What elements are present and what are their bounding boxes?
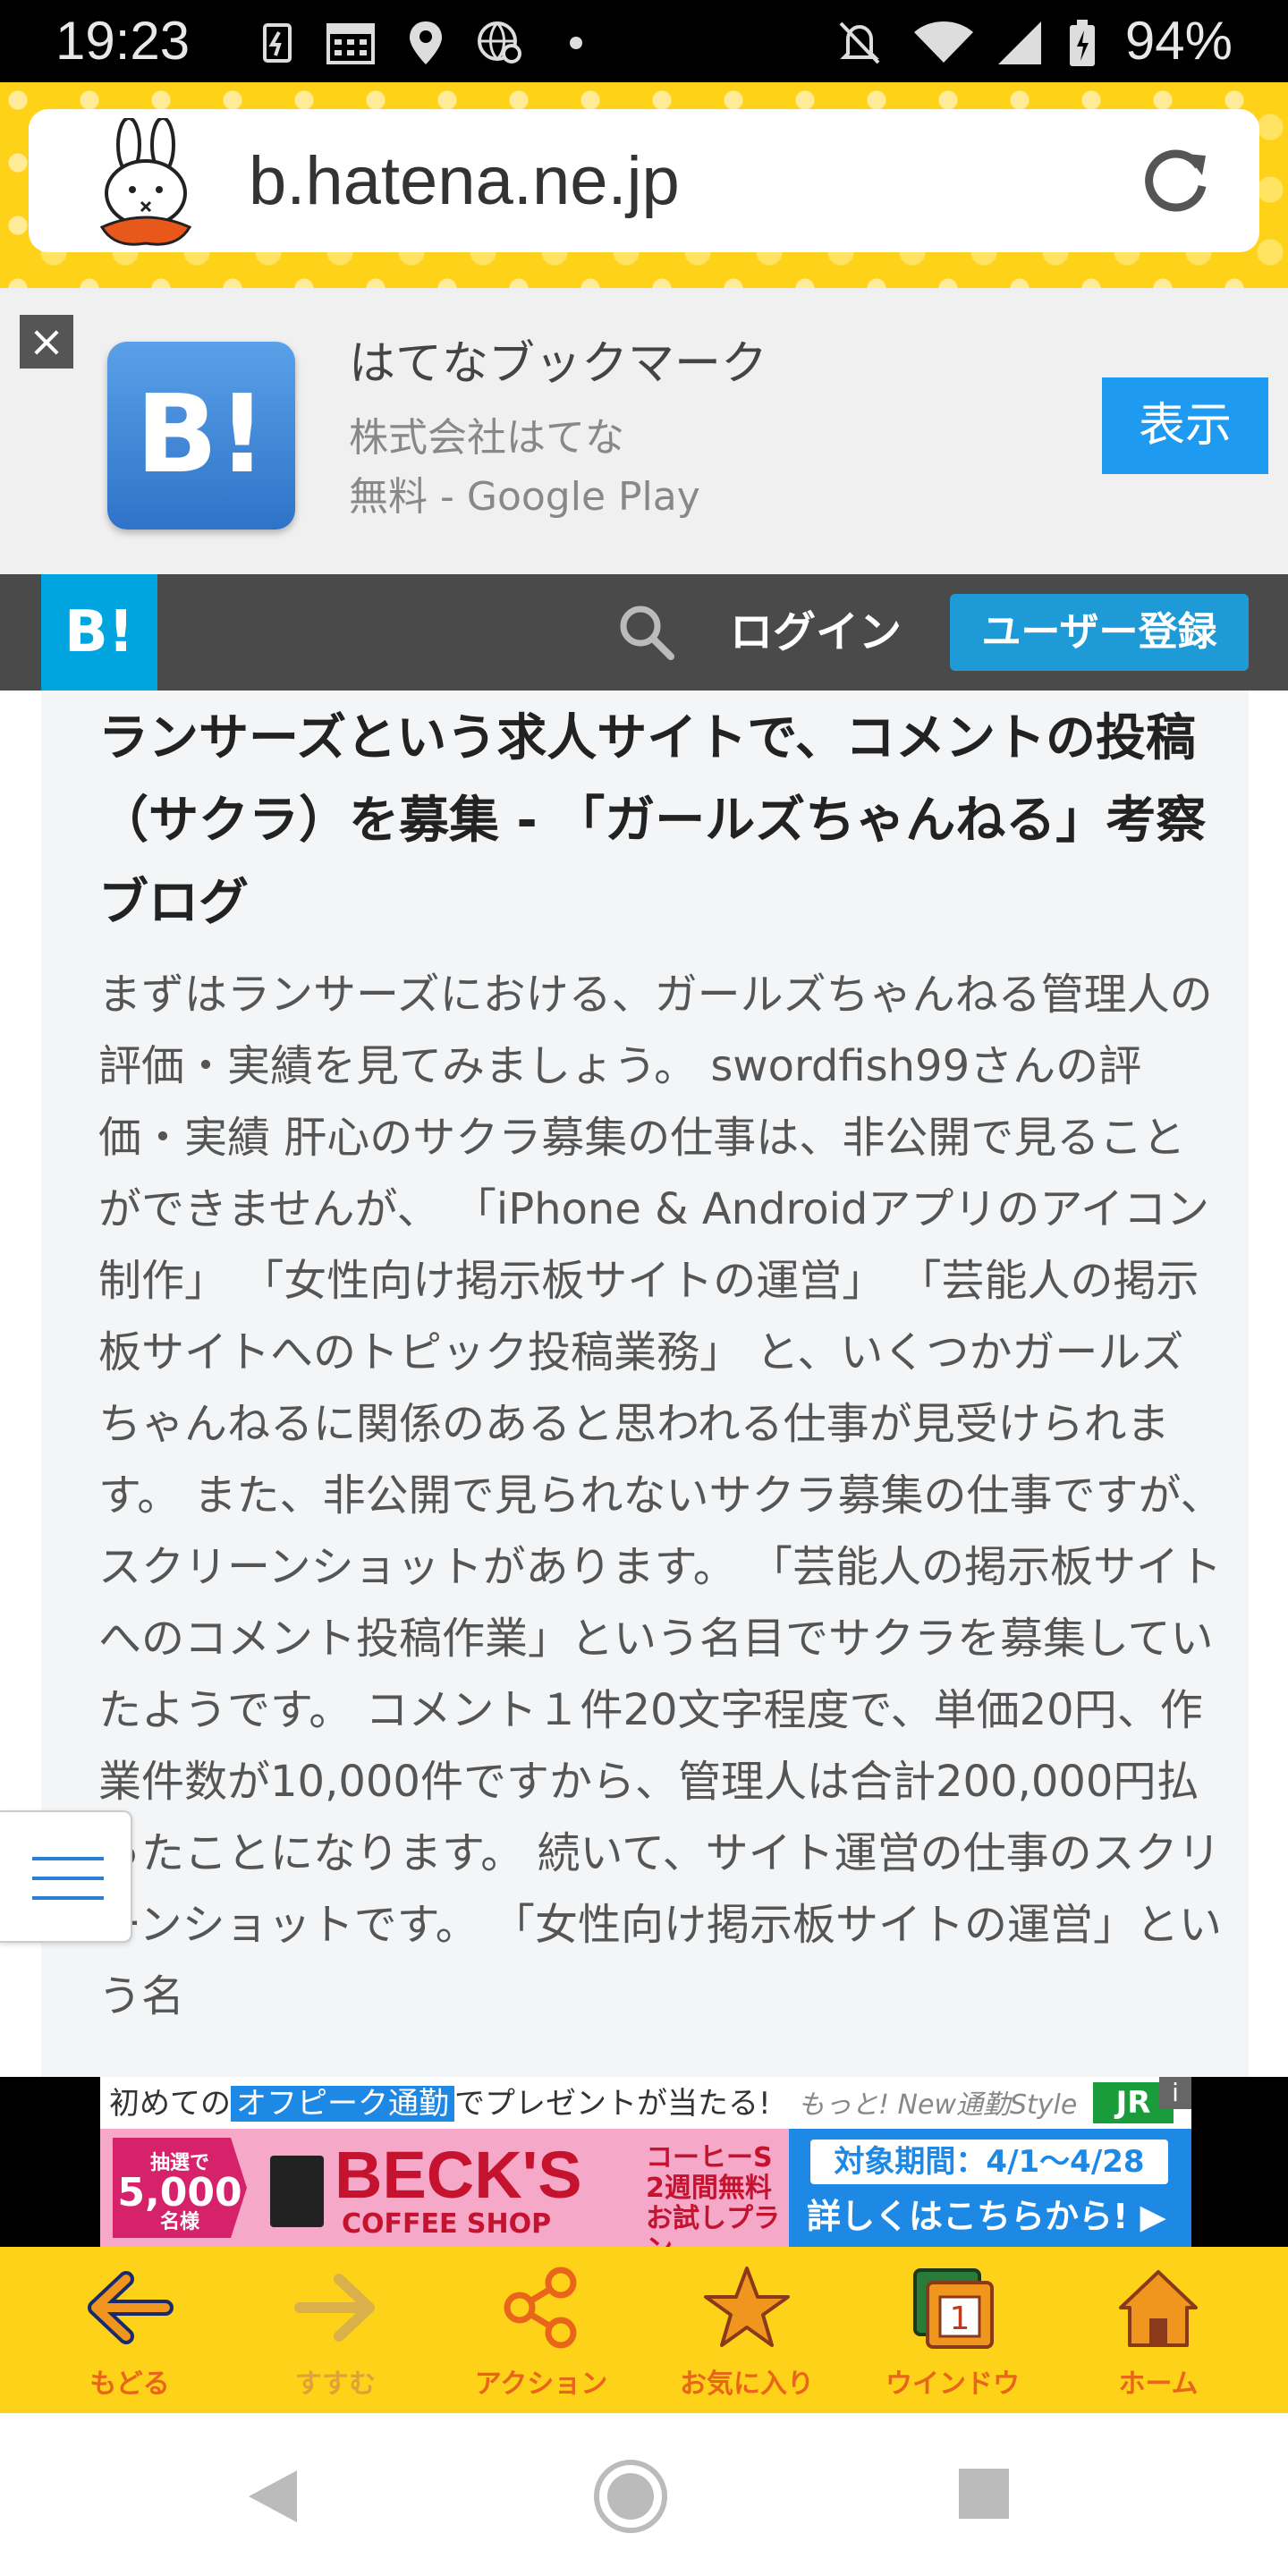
app-company: 株式会社はてな — [349, 415, 624, 461]
site-header: B! ログイン ユーザー登録 — [0, 574, 1288, 691]
login-link[interactable]: ログイン — [730, 599, 902, 665]
location-icon — [410, 21, 442, 64]
calendar-icon — [326, 23, 375, 64]
nav-home[interactable]: ホーム — [1055, 2247, 1261, 2413]
status-bar: 19:23 94% — [0, 0, 1288, 82]
app-install-banner: × B! はてなブックマーク 株式会社はてな 無料 - Google Play … — [0, 288, 1288, 574]
ad-prize-badge: 抽選で 5,000 名様 — [113, 2138, 247, 2238]
status-time: 19:23 — [55, 11, 191, 71]
home-icon — [1119, 2270, 1198, 2347]
ad-brand: BECK'S — [335, 2138, 582, 2212]
ad-details-link[interactable]: 詳しくはこちらから! ▶ — [807, 2195, 1166, 2238]
wifi-icon — [914, 21, 973, 63]
search-icon[interactable] — [615, 601, 678, 664]
ad-headline-highlight: オフピーク通勤 — [231, 2086, 454, 2122]
nav-back[interactable]: もどる — [27, 2247, 233, 2413]
battery-saver-icon — [263, 23, 292, 63]
system-home-icon[interactable] — [590, 2456, 671, 2537]
menu-line-icon — [32, 1896, 104, 1900]
nav-favorites-label: お気に入り — [680, 2368, 814, 2400]
url-bar[interactable]: b.hatena.ne.jp — [29, 109, 1259, 252]
nav-forward-label: すすむ — [295, 2368, 376, 2400]
system-back-icon[interactable] — [242, 2465, 304, 2528]
system-navigation-bar — [0, 2413, 1288, 2576]
ad-banner[interactable]: 初めての オフピーク通勤 でプレゼントが当たる! もっと! New通勤Style J… — [100, 2077, 1191, 2247]
hatena-logo[interactable]: B! — [41, 574, 157, 691]
app-price-store: 無料 - Google Play — [349, 474, 700, 520]
view-app-button[interactable]: 表示 — [1102, 377, 1268, 474]
hamburger-menu-button[interactable] — [0, 1810, 132, 1943]
ad-info-icon[interactable]: i — [1159, 2077, 1191, 2109]
article-title[interactable]: ランサーズという求人サイトで、コメントの投稿（サクラ）を募集 - 「ガールズちゃ… — [98, 698, 1208, 945]
mute-icon — [839, 21, 880, 64]
nav-forward[interactable]: すすむ — [233, 2247, 438, 2413]
share-icon — [504, 2267, 577, 2349]
close-banner-button[interactable]: × — [20, 315, 73, 369]
nav-home-label: ホーム — [1118, 2368, 1199, 2400]
forward-arrow-icon — [294, 2274, 375, 2342]
ad-brand-sub: COFFEE SHOP — [342, 2208, 552, 2240]
ad-offer: コーヒーS 2週間無料 お試しプラン — [646, 2142, 780, 2248]
system-recents-icon[interactable] — [955, 2465, 1013, 2522]
app-name: はてなブックマーク — [349, 337, 768, 391]
ad-headline-suffix: でプレゼントが当たる! — [454, 2086, 771, 2122]
bottom-navigation: もどる すすむ アクション お気に入り 1 ウインドウ ホーム — [0, 2247, 1288, 2413]
nav-favorites[interactable]: お気に入り — [644, 2247, 850, 2413]
window-icon: 1 — [913, 2268, 994, 2349]
url-text[interactable]: b.hatena.ne.jp — [249, 141, 680, 222]
battery-icon — [1070, 20, 1095, 66]
ad-area: 初めての オフピーク通勤 でプレゼントが当たる! もっと! New通勤Style J… — [0, 2077, 1288, 2247]
back-arrow-icon — [88, 2271, 174, 2344]
reload-icon[interactable] — [1131, 136, 1220, 225]
coffee-cup-icon — [270, 2156, 324, 2227]
hatena-app-icon[interactable]: B! — [107, 342, 295, 530]
nav-window-label: ウインドウ — [886, 2368, 1020, 2400]
notification-dot-icon — [570, 37, 582, 49]
nav-back-label: もどる — [89, 2368, 170, 2400]
register-button[interactable]: ユーザー登録 — [950, 594, 1249, 671]
battery-percentage: 94% — [1124, 11, 1233, 71]
nav-action[interactable]: アクション — [438, 2247, 644, 2413]
miffy-avatar-icon[interactable] — [70, 118, 222, 252]
ad-headline-prefix: 初めての — [109, 2086, 231, 2122]
menu-line-icon — [32, 1857, 104, 1860]
main-content: ランサーズという求人サイトで、コメントの投稿（サクラ）を募集 - 「ガールズちゃ… — [0, 691, 1288, 2077]
ad-period: 対象期間：4/1～4/28 — [810, 2140, 1168, 2184]
article-card: ランサーズという求人サイトで、コメントの投稿（サクラ）を募集 - 「ガールズちゃ… — [41, 691, 1249, 2077]
star-icon — [704, 2267, 790, 2347]
ad-headline: 初めての オフピーク通勤 でプレゼントが当たる! — [109, 2084, 771, 2123]
menu-line-icon — [32, 1877, 104, 1880]
ad-details-panel: 対象期間：4/1～4/28 詳しくはこちらから! ▶ — [789, 2129, 1191, 2247]
globe-search-icon — [478, 21, 521, 64]
browser-toolbar: b.hatena.ne.jp — [0, 82, 1288, 288]
ad-badge-amount: 5,000 — [117, 2170, 242, 2216]
window-count: 1 — [950, 2301, 970, 2337]
nav-action-label: アクション — [474, 2368, 608, 2400]
ad-top-strip: 初めての オフピーク通勤 でプレゼントが当たる! もっと! New通勤Style J… — [100, 2077, 1191, 2129]
signal-icon — [998, 21, 1041, 64]
ad-tagline: もっと! New通勤Style — [798, 2089, 1078, 2121]
ad-becks-panel: 抽選で 5,000 名様 BECK'S COFFEE SHOP コーヒーS 2週… — [100, 2129, 789, 2247]
article-body: まずはランサーズにおける、ガールズちゃんねる管理人の評価・実績を見てみましょう。… — [98, 970, 1224, 2021]
nav-window[interactable]: 1 ウインドウ — [850, 2247, 1055, 2413]
